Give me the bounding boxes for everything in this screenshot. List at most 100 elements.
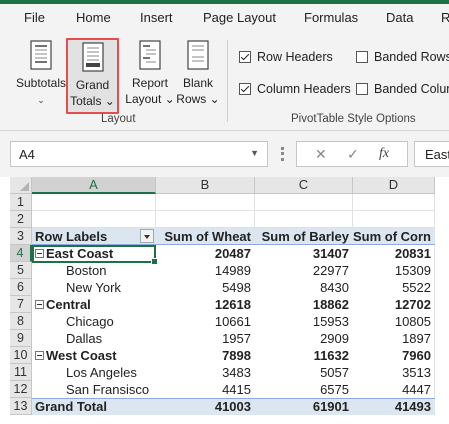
value-cell[interactable]: 14989 xyxy=(156,262,255,279)
group-total-cell[interactable]: 20487 xyxy=(156,245,255,262)
formula-bar-splitter[interactable] xyxy=(281,147,284,161)
banded-rows-label: Banded Rows xyxy=(374,50,449,64)
row-header[interactable]: 1 xyxy=(10,194,32,211)
cancel-icon[interactable]: ✕ xyxy=(315,146,327,163)
row-header[interactable]: 9 xyxy=(10,330,32,347)
grand-total-cell[interactable]: 61901 xyxy=(255,398,353,415)
value-cell[interactable]: 6575 xyxy=(255,381,353,398)
group-row-label[interactable]: Central xyxy=(35,296,155,313)
value-cell[interactable]: 5498 xyxy=(156,279,255,296)
sum-of-corn-header[interactable]: Sum of Corn xyxy=(353,228,435,245)
item-row-label[interactable]: Los Angeles xyxy=(66,364,156,381)
row-header[interactable]: 2 xyxy=(10,211,32,228)
row-header[interactable]: 8 xyxy=(10,313,32,330)
value-cell[interactable]: 3483 xyxy=(156,364,255,381)
group-total-cell[interactable]: 31407 xyxy=(255,245,353,262)
value-cell[interactable]: 8430 xyxy=(255,279,353,296)
group-row-label[interactable]: East Coast xyxy=(35,245,155,262)
filter-dropdown-button[interactable] xyxy=(140,229,154,243)
subtotals-button[interactable]: Subtotals ⌄ xyxy=(14,38,68,114)
layout-group-label: Layout xyxy=(101,113,136,125)
column-header-b[interactable]: B xyxy=(156,177,255,194)
item-row-label[interactable]: Dallas xyxy=(66,330,156,347)
value-cell[interactable]: 4447 xyxy=(353,381,435,398)
tab-review[interactable]: R xyxy=(441,10,449,25)
collapse-icon[interactable] xyxy=(35,300,44,309)
row-header[interactable]: 4 xyxy=(10,245,32,262)
item-row-label[interactable]: San Fransisco xyxy=(66,381,156,398)
chevron-down-icon[interactable]: ▼ xyxy=(250,148,259,158)
value-cell[interactable]: 22977 xyxy=(255,262,353,279)
group-row-label[interactable]: West Coast xyxy=(35,347,155,364)
gridline xyxy=(155,194,156,228)
formula-buttons: ✕ ✓ fx xyxy=(296,141,408,167)
tab-data[interactable]: Data xyxy=(386,10,413,25)
sum-of-barley-header[interactable]: Sum of Barley xyxy=(255,228,353,245)
report-layout-label-line1: Report xyxy=(131,76,169,90)
column-header-d[interactable]: D xyxy=(353,177,435,194)
item-row-label[interactable]: New York xyxy=(66,279,156,296)
item-row-label[interactable]: Boston xyxy=(66,262,156,279)
checkbox-checked-icon xyxy=(239,51,251,63)
value-cell[interactable]: 15953 xyxy=(255,313,353,330)
column-header-c[interactable]: C xyxy=(255,177,353,194)
collapse-icon[interactable] xyxy=(35,351,44,360)
blank-rows-button[interactable]: Blank Rows ⌄ xyxy=(176,38,220,114)
column-header-a[interactable]: A xyxy=(32,177,156,194)
row-header[interactable]: 13 xyxy=(10,398,32,415)
grand-total-label[interactable]: Grand Total xyxy=(35,398,155,415)
value-cell[interactable]: 10805 xyxy=(353,313,435,330)
group-separator xyxy=(227,40,228,122)
row-header[interactable]: 7 xyxy=(10,296,32,313)
collapse-icon[interactable] xyxy=(35,249,44,258)
grand-total-cell[interactable]: 41493 xyxy=(353,398,435,415)
sum-of-wheat-header[interactable]: Sum of Wheat xyxy=(156,228,255,245)
chevron-down-icon: ⌄ xyxy=(37,95,45,105)
row-header[interactable]: 5 xyxy=(10,262,32,279)
group-total-cell[interactable]: 18862 xyxy=(255,296,353,313)
blank-rows-label-line2: Rows ⌄ xyxy=(176,92,220,106)
tab-file[interactable]: File xyxy=(24,10,45,25)
ribbon-tab-bar: File Home Insert Page Layout Formulas Da… xyxy=(0,0,449,36)
value-cell[interactable]: 4415 xyxy=(156,381,255,398)
value-cell[interactable]: 10661 xyxy=(156,313,255,330)
formula-input[interactable]: East xyxy=(414,141,449,167)
row-header[interactable]: 11 xyxy=(10,364,32,381)
value-cell[interactable]: 5522 xyxy=(353,279,435,296)
grand-totals-button[interactable]: Grand Totals ⌄ xyxy=(66,38,119,114)
grand-total-cell[interactable]: 41003 xyxy=(156,398,255,415)
tab-home[interactable]: Home xyxy=(76,10,111,25)
value-cell[interactable]: 2909 xyxy=(255,330,353,347)
checkbox-unchecked-icon xyxy=(356,83,368,95)
group-total-cell[interactable]: 11632 xyxy=(255,347,353,364)
value-cell[interactable]: 3513 xyxy=(353,364,435,381)
grand-totals-label-line2: Totals ⌄ xyxy=(70,94,115,108)
name-box[interactable]: A4 ▼ xyxy=(10,141,268,167)
row-header[interactable]: 10 xyxy=(10,347,32,364)
subtotals-label: Subtotals xyxy=(15,76,67,90)
row-header[interactable]: 12 xyxy=(10,381,32,398)
report-layout-button[interactable]: Report Layout ⌄ xyxy=(124,38,176,114)
grand-totals-icon xyxy=(81,42,104,72)
value-cell[interactable]: 15309 xyxy=(353,262,435,279)
group-total-cell[interactable]: 12702 xyxy=(353,296,435,313)
row-headers-label: Row Headers xyxy=(257,50,333,64)
tab-insert[interactable]: Insert xyxy=(140,10,173,25)
item-row-label[interactable]: Chicago xyxy=(66,313,156,330)
checkbox-checked-icon xyxy=(239,83,251,95)
row-labels-header[interactable]: Row Labels xyxy=(35,228,140,245)
group-total-cell[interactable]: 20831 xyxy=(353,245,435,262)
value-cell[interactable]: 1957 xyxy=(156,330,255,347)
row-header[interactable]: 6 xyxy=(10,279,32,296)
enter-icon[interactable]: ✓ xyxy=(347,146,359,163)
tab-formulas[interactable]: Formulas xyxy=(304,10,358,25)
tab-page-layout[interactable]: Page Layout xyxy=(203,10,276,25)
group-total-cell[interactable]: 12618 xyxy=(156,296,255,313)
value-cell[interactable]: 5057 xyxy=(255,364,353,381)
group-total-cell[interactable]: 7960 xyxy=(353,347,435,364)
row-header[interactable]: 3 xyxy=(10,228,32,245)
value-cell[interactable]: 1897 xyxy=(353,330,435,347)
group-total-cell[interactable]: 7898 xyxy=(156,347,255,364)
select-all-button[interactable] xyxy=(10,177,32,194)
insert-function-icon[interactable]: fx xyxy=(379,146,389,162)
